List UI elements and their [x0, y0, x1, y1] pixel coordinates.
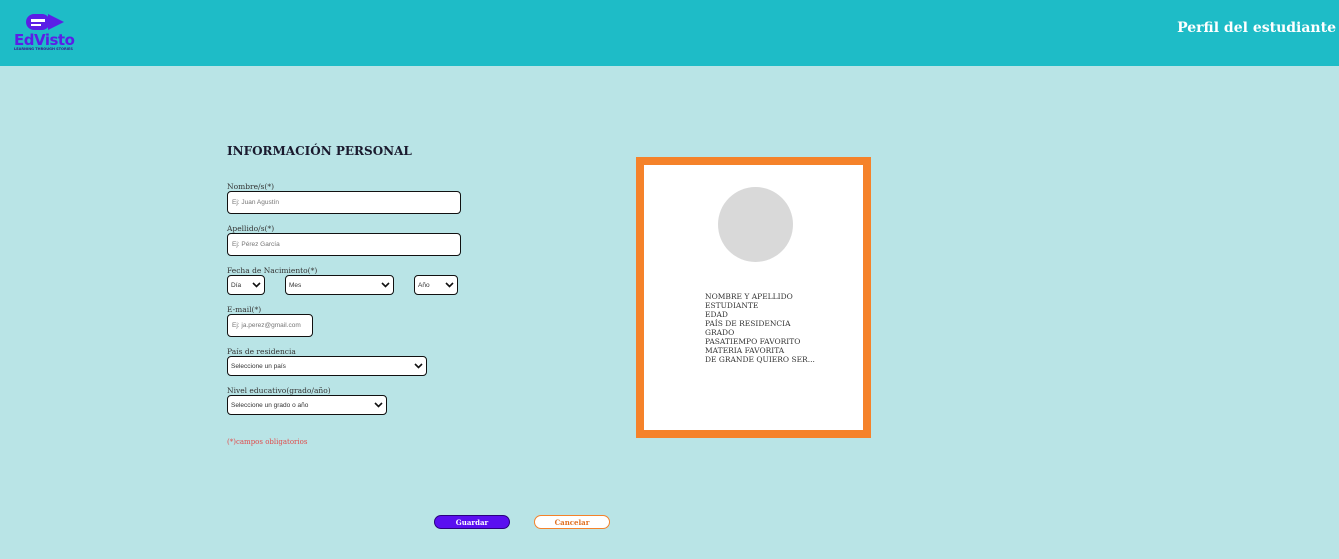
dia-select-value: Día	[231, 281, 242, 289]
page-title: Perfil del estudiante	[1177, 20, 1336, 36]
apellido-input[interactable]	[227, 233, 461, 256]
nivel-label: Nivel educativo(grado/año)	[227, 386, 331, 395]
pais-select[interactable]: Seleccione un país	[227, 356, 427, 376]
nombre-label: Nombre/s(*)	[227, 182, 274, 191]
profile-summary: NOMBRE Y APELLIDO ESTUDIANTE EDAD PAÍS D…	[705, 292, 815, 364]
card-line-futuro: DE GRANDE QUIERO SER...	[705, 355, 815, 364]
nombre-input[interactable]	[227, 191, 461, 214]
chevron-down-icon	[414, 363, 423, 369]
card-line-estudiante: ESTUDIANTE	[705, 301, 759, 310]
card-line-pasatiempo: PASATIEMPO FAVORITO	[705, 337, 801, 346]
chevron-down-icon	[374, 402, 383, 408]
save-button[interactable]: Guardar	[434, 515, 510, 529]
logo-play-icon	[26, 14, 64, 30]
pais-select-value: Seleccione un país	[231, 362, 286, 370]
email-label: E-mail(*)	[227, 305, 262, 314]
nivel-select[interactable]: Seleccione un grado o año	[227, 395, 387, 415]
cancel-button[interactable]: Cancelar	[534, 515, 610, 529]
profile-preview-card: NOMBRE Y APELLIDO ESTUDIANTE EDAD PAÍS D…	[636, 157, 871, 438]
dia-select[interactable]: Día	[227, 275, 265, 295]
required-fields-note: (*)campos obligatorios	[227, 438, 308, 446]
mes-select[interactable]: Mes	[285, 275, 394, 295]
anio-select[interactable]: Año	[414, 275, 458, 295]
edvisto-logo[interactable]: EdVisto LEARNING THROUGH STORIES	[14, 12, 84, 54]
card-line-pais: PAÍS DE RESIDENCIA	[705, 319, 791, 328]
form-title: INFORMACIÓN PERSONAL	[227, 144, 412, 158]
apellido-label: Apellido/s(*)	[227, 224, 275, 233]
fecha-label: Fecha de Nacimiento(*)	[227, 266, 318, 275]
nivel-select-value: Seleccione un grado o año	[231, 401, 309, 409]
chevron-down-icon	[381, 282, 390, 288]
avatar-placeholder	[718, 187, 793, 262]
anio-select-value: Año	[418, 281, 430, 289]
logo-tagline: LEARNING THROUGH STORIES	[14, 47, 73, 51]
card-line-nombre: NOMBRE Y APELLIDO	[705, 292, 793, 301]
chevron-down-icon	[445, 282, 454, 288]
email-input[interactable]	[227, 314, 313, 337]
chevron-down-icon	[252, 282, 261, 288]
card-line-edad: EDAD	[705, 310, 728, 319]
mes-select-value: Mes	[289, 281, 302, 289]
top-header: EdVisto LEARNING THROUGH STORIES Perfil …	[0, 0, 1339, 66]
card-line-grado: GRADO	[705, 328, 735, 337]
pais-label: País de residencia	[227, 347, 296, 356]
logo-text: EdVisto	[14, 31, 75, 49]
card-line-materia: MATERIA FAVORITA	[705, 346, 785, 355]
